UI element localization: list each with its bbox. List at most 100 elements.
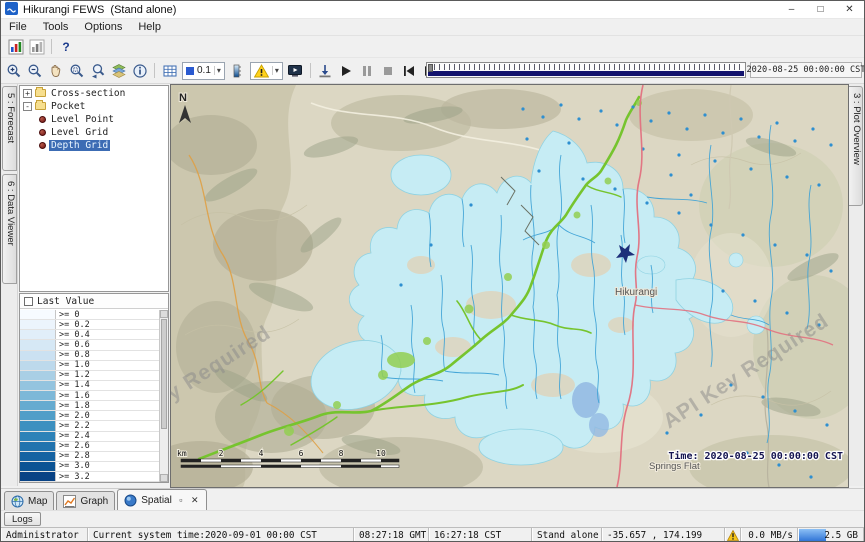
tab-data-viewer[interactable]: 6 : Data Viewer xyxy=(2,174,17,284)
legend-row: >= 2.6 xyxy=(20,442,159,452)
map-canvas[interactable]: API Key Required API Key Required Hikura… xyxy=(171,85,848,487)
svg-text:6: 6 xyxy=(299,449,304,458)
current-datetime-display[interactable]: 2020-08-25 00:00:00 CST xyxy=(750,62,862,78)
close-tab-icon[interactable]: ✕ xyxy=(190,495,200,505)
map-view[interactable]: API Key Required API Key Required Hikura… xyxy=(170,84,849,488)
legend-swatch xyxy=(20,330,56,339)
float-tab-icon[interactable]: ▫ xyxy=(176,495,186,505)
pause-button[interactable] xyxy=(357,61,378,81)
status-mode: Stand alone xyxy=(532,528,602,542)
toolbar-separator xyxy=(51,39,52,54)
svg-text:4: 4 xyxy=(259,449,264,458)
close-button[interactable]: ✕ xyxy=(835,1,864,18)
status-warning-cell[interactable] xyxy=(725,528,741,542)
layers-button[interactable] xyxy=(108,61,129,81)
zoom-in-button[interactable] xyxy=(3,61,24,81)
place-label-hikurangi: Hikurangi xyxy=(615,287,657,298)
zoom-box-button[interactable] xyxy=(66,61,87,81)
plot-display-button[interactable] xyxy=(5,37,26,57)
legend-row: >= 1.4 xyxy=(20,381,159,391)
info-button[interactable] xyxy=(129,61,150,81)
menu-tools[interactable]: Tools xyxy=(35,21,77,33)
tab-plot-overview[interactable]: 3 : Plot Overview xyxy=(848,86,863,206)
legend-swatch xyxy=(20,472,56,481)
legend-row: >= 2.2 xyxy=(20,421,159,431)
folder-icon xyxy=(35,89,46,97)
help-button[interactable]: ? xyxy=(56,38,76,56)
stop-button[interactable] xyxy=(378,61,399,81)
warning-combo[interactable]: ▾ xyxy=(250,62,283,80)
legend-row: >= 0 xyxy=(20,310,159,320)
tree-item-pocket[interactable]: - Pocket xyxy=(20,100,168,112)
tree-item-level-grid[interactable]: Level Grid xyxy=(20,126,168,138)
legend-row: >= 2.4 xyxy=(20,432,159,442)
scale-legend-button[interactable] xyxy=(227,61,248,81)
left-tab-strip: 5 : Forecast 6 : Data Viewer xyxy=(1,84,18,486)
scrollbar-up-icon[interactable] xyxy=(160,310,168,318)
menu-help[interactable]: Help xyxy=(130,21,169,33)
tree-item-level-point[interactable]: Level Point xyxy=(20,113,168,125)
legend-scrollbar[interactable] xyxy=(159,310,168,482)
logs-button[interactable]: Logs xyxy=(4,512,41,526)
scrollbar-down-icon[interactable] xyxy=(160,474,168,482)
pan-hand-icon xyxy=(48,63,64,79)
menu-bar: File Tools Options Help xyxy=(1,19,864,36)
stop-icon xyxy=(380,63,396,79)
left-panel: + Cross-section - Pocket Level Point Lev… xyxy=(18,84,170,486)
svg-text:10: 10 xyxy=(376,449,386,458)
pause-icon xyxy=(359,63,375,79)
zoom-box-icon xyxy=(69,63,85,79)
scrollbar-thumb[interactable] xyxy=(161,319,167,429)
play-icon xyxy=(338,63,354,79)
legend-title: Last Value xyxy=(37,296,94,307)
layer-node-icon xyxy=(39,142,46,149)
legend-row: >= 1.0 xyxy=(20,361,159,371)
expander-icon[interactable]: - xyxy=(23,102,32,111)
minimize-button[interactable]: – xyxy=(777,1,806,18)
bar-chart-gray-icon xyxy=(29,39,45,55)
tab-spatial[interactable]: Spatial ▫ ✕ xyxy=(117,489,207,510)
menu-options[interactable]: Options xyxy=(76,21,130,33)
layer-node-icon xyxy=(39,116,46,123)
app-window: Hikurangi FEWS (Stand alone) – □ ✕ File … xyxy=(0,0,865,542)
pan-button[interactable] xyxy=(45,61,66,81)
svg-text:N: N xyxy=(179,92,187,104)
tab-map[interactable]: Map xyxy=(4,491,54,510)
class-color-icon xyxy=(186,67,194,75)
legend-row: >= 1.2 xyxy=(20,371,159,381)
grid-display-button[interactable] xyxy=(26,37,47,57)
legend-swatch xyxy=(20,411,56,420)
timeline-handle[interactable] xyxy=(428,64,433,72)
play-button[interactable] xyxy=(336,61,357,81)
toolbar-separator xyxy=(310,63,311,78)
threshold-combo[interactable]: 0.1 ▾ xyxy=(182,62,225,80)
zoom-out-button[interactable] xyxy=(24,61,45,81)
toolbar-main: ? xyxy=(1,36,864,58)
layer-tree: + Cross-section - Pocket Level Point Lev… xyxy=(19,85,169,292)
animation-button[interactable] xyxy=(285,61,306,81)
place-label-springs-flat: Springs Flat xyxy=(649,461,700,472)
legend-row: >= 2.0 xyxy=(20,411,159,421)
export-timeseries-button[interactable] xyxy=(315,61,336,81)
tab-forecast[interactable]: 5 : Forecast xyxy=(2,86,17,171)
grid-toggle-button[interactable] xyxy=(159,61,180,81)
last-value-checkbox[interactable] xyxy=(24,297,33,306)
tree-item-depth-grid[interactable]: Depth Grid xyxy=(20,139,168,151)
legend-swatch xyxy=(20,381,56,390)
skip-start-icon xyxy=(401,63,417,79)
legend-row: >= 1.8 xyxy=(20,401,159,411)
zoom-previous-button[interactable] xyxy=(87,61,108,81)
chevron-down-icon: ▾ xyxy=(214,66,221,75)
expander-icon[interactable]: + xyxy=(23,89,32,98)
menu-file[interactable]: File xyxy=(1,21,35,33)
tree-item-cross-section[interactable]: + Cross-section xyxy=(20,87,168,99)
zoom-previous-icon xyxy=(90,63,106,79)
status-user: Administrator xyxy=(1,528,88,542)
legend-swatch xyxy=(20,462,56,471)
timeline-slider[interactable] xyxy=(426,62,746,78)
tab-graph[interactable]: Graph xyxy=(56,491,115,510)
skip-start-button[interactable] xyxy=(399,61,420,81)
maximize-button[interactable]: □ xyxy=(806,1,835,18)
chevron-down-icon: ▾ xyxy=(272,66,279,75)
window-title: Hikurangi FEWS (Stand alone) xyxy=(23,4,176,16)
